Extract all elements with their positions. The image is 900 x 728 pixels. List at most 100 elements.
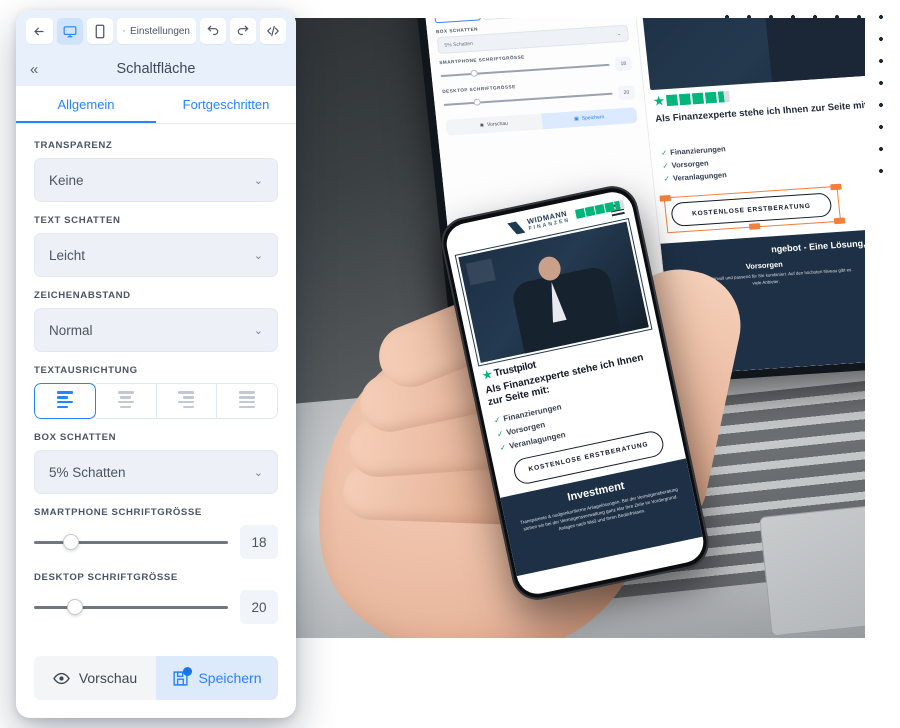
- chevron-down-icon: ⌄: [253, 324, 263, 337]
- text-shadow-value: Leicht: [49, 247, 86, 263]
- chevron-down-icon: ⌄: [253, 249, 263, 262]
- page-title: Schaltfläche: [116, 61, 196, 77]
- back-button[interactable]: [26, 18, 53, 44]
- hero-photo: TEXTAUSRICHTUNG BOX SCHATTEN 5% Schatten…: [295, 18, 865, 638]
- preview-button[interactable]: Vorschau: [34, 656, 156, 700]
- mini-align-center: [481, 18, 530, 21]
- panel-header: « Schaltfläche: [16, 52, 296, 86]
- eye-icon: ◉: [479, 122, 485, 129]
- check-icon: ✓: [498, 442, 508, 453]
- mini-preview-button: ◉ Vorschau: [445, 113, 543, 136]
- align-justify-button[interactable]: [217, 383, 278, 419]
- site-bullet-0: Finanzierungen: [669, 144, 727, 157]
- transparency-value: Keine: [49, 172, 84, 188]
- trustpilot-star-icon: [481, 369, 493, 381]
- desktop-font-size-value[interactable]: 20: [240, 590, 278, 624]
- check-icon: ✓: [493, 414, 502, 425]
- field-letter-spacing: ZEICHENABSTAND Normal ⌄: [34, 290, 278, 352]
- floppy-disk-icon: ▣: [573, 115, 580, 123]
- trustpilot-star-icon: [653, 95, 665, 107]
- letter-spacing-label: ZEICHENABSTAND: [34, 290, 131, 301]
- brand-mark-icon: [507, 220, 525, 236]
- laptop-trackpad: [759, 499, 865, 637]
- mini-boxshadow-value: 5% Schatten: [444, 40, 474, 49]
- mini-dt-value: 20: [617, 85, 636, 101]
- mini-footer: ◉ Vorschau ▣ Speichern: [445, 107, 638, 136]
- editor-panel: Einstellungen « Schaltfläche Allgemein F…: [16, 10, 296, 718]
- desktop-font-size-slider[interactable]: [34, 599, 228, 615]
- align-center-button[interactable]: [95, 383, 157, 419]
- code-button[interactable]: [260, 18, 286, 44]
- desktop-view-button[interactable]: [56, 18, 83, 44]
- site-bullets: ✓ Finanzierungen ✓ Vorsorgen ✓ Veranlagunge…: [660, 143, 729, 185]
- chevron-down-icon: ⌄: [616, 30, 622, 37]
- settings-gears-icon: [122, 30, 125, 32]
- check-icon: ✓: [663, 173, 671, 183]
- mobile-icon: [95, 24, 104, 38]
- undo-button[interactable]: [200, 18, 226, 44]
- field-text-shadow: TEXT SCHATTEN Leicht ⌄: [34, 215, 278, 277]
- field-box-shadow: BOX SCHATTEN 5% Schatten ⌄: [34, 432, 278, 494]
- site-trustpilot: [653, 90, 731, 107]
- text-shadow-select[interactable]: Leicht ⌄: [34, 233, 278, 277]
- text-shadow-label: TEXT SCHATTEN: [34, 215, 121, 226]
- save-label: Speichern: [198, 670, 262, 686]
- arrow-left-icon: [34, 26, 44, 36]
- desktop-font-size-label: DESKTOP SCHRIFTGRÖSSE: [34, 572, 178, 583]
- editor-toolbar: Einstellungen: [16, 10, 296, 52]
- screenshot-root: TEXTAUSRICHTUNG BOX SCHATTEN 5% Schatten…: [0, 0, 900, 728]
- settings-label: Einstellungen: [129, 25, 190, 37]
- mini-preview-label: Vorschau: [486, 120, 509, 129]
- panel-footer: Vorschau Speichern: [16, 646, 296, 718]
- transparency-label: TRANSPARENZ: [34, 140, 113, 151]
- smartphone-font-size-label: SMARTPHONE SCHRIFTGRÖSSE: [34, 507, 202, 518]
- box-shadow-value: 5% Schatten: [49, 464, 126, 480]
- eye-icon: [53, 672, 70, 684]
- redo-icon: [237, 25, 249, 36]
- check-icon: ✓: [660, 148, 668, 158]
- field-text-align: TEXTAUSRICHTUNG: [34, 365, 278, 419]
- code-icon: [267, 25, 279, 37]
- smartphone-font-size-slider[interactable]: [34, 534, 228, 550]
- box-shadow-label: BOX SCHATTEN: [34, 432, 117, 443]
- site-hero-image: [637, 18, 865, 91]
- transparency-select[interactable]: Keine ⌄: [34, 158, 278, 202]
- hand-holding-phone: WIDMANN FINANZEN Trustpilot Als Finanzex…: [295, 181, 751, 638]
- align-justify-icon: [239, 391, 256, 410]
- field-desktop-font-size: DESKTOP SCHRIFTGRÖSSE 20: [34, 572, 278, 624]
- letter-spacing-value: Normal: [49, 322, 93, 338]
- panel-body: TRANSPARENZ Keine ⌄ TEXT SCHATTEN Leicht…: [16, 124, 296, 646]
- save-button[interactable]: Speichern: [156, 656, 278, 700]
- redo-button[interactable]: [230, 18, 256, 44]
- text-align-label: TEXTAUSRICHTUNG: [34, 365, 138, 376]
- box-shadow-select[interactable]: 5% Schatten ⌄: [34, 450, 278, 494]
- chevron-down-icon: ⌄: [253, 466, 263, 479]
- align-center-icon: [117, 391, 134, 410]
- floppy-disk-icon: [172, 666, 193, 687]
- check-icon: ✓: [495, 428, 505, 439]
- panel-tabs: Allgemein Fortgeschritten: [16, 86, 296, 124]
- mini-sp-value: 18: [614, 56, 633, 72]
- tab-allgemein[interactable]: Allgemein: [16, 86, 156, 123]
- site-bullet-2: Veranlagungen: [672, 169, 728, 183]
- smartphone-font-size-value[interactable]: 18: [240, 525, 278, 559]
- text-align-segmented: [34, 383, 278, 419]
- align-right-button[interactable]: [156, 383, 218, 419]
- settings-button[interactable]: Einstellungen: [116, 18, 196, 44]
- mini-save-label: Speichern: [581, 114, 605, 122]
- mini-save-button: ▣ Speichern: [540, 107, 638, 130]
- mini-align-left: [433, 18, 482, 24]
- align-left-button[interactable]: [34, 383, 96, 419]
- slider-handle[interactable]: [66, 599, 83, 615]
- undo-icon: [207, 25, 219, 36]
- field-transparency: TRANSPARENZ Keine ⌄: [34, 140, 278, 202]
- tab-fortgeschritten[interactable]: Fortgeschritten: [156, 86, 296, 123]
- check-icon: ✓: [661, 160, 670, 171]
- slider-handle[interactable]: [62, 534, 79, 550]
- preview-label: Vorschau: [78, 670, 138, 686]
- letter-spacing-select[interactable]: Normal ⌄: [34, 308, 278, 352]
- align-right-icon: [178, 391, 195, 410]
- site-bullet-1: Vorsorgen: [671, 158, 709, 170]
- mobile-view-button[interactable]: [86, 18, 113, 44]
- field-smartphone-font-size: SMARTPHONE SCHRIFTGRÖSSE 18: [34, 507, 278, 559]
